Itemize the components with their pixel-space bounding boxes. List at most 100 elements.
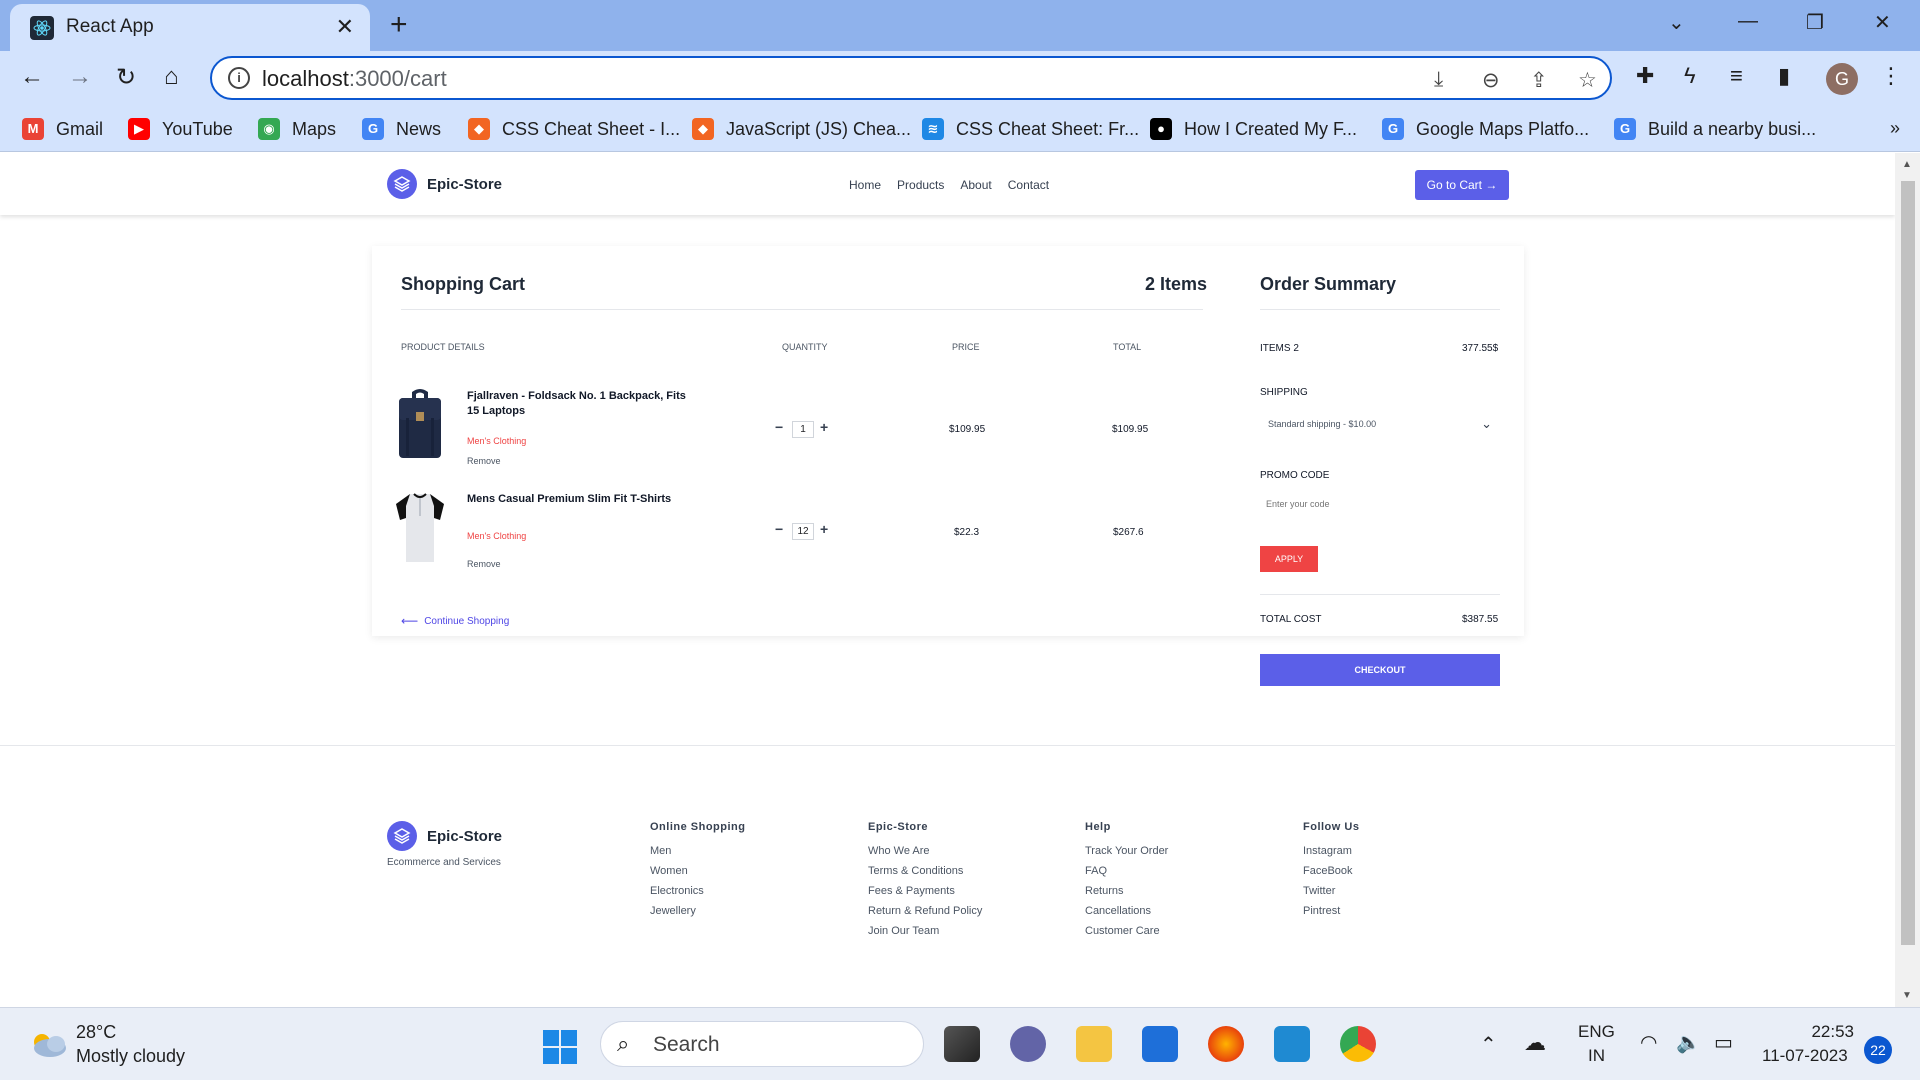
- bookmark-star-icon[interactable]: ☆: [1578, 68, 1597, 93]
- footer-link[interactable]: Return & Refund Policy: [868, 905, 982, 917]
- qty-increase-button[interactable]: +: [820, 521, 828, 537]
- bookmark-item[interactable]: G Google Maps Platfo...: [1382, 116, 1589, 142]
- scroll-down-icon[interactable]: ▼: [1902, 990, 1912, 1001]
- go-to-cart-button[interactable]: Go to Cart →: [1415, 170, 1509, 200]
- site-info-icon[interactable]: i: [228, 67, 250, 89]
- footer-brand[interactable]: Epic-Store: [387, 821, 502, 851]
- reading-list-icon[interactable]: ≡: [1730, 63, 1743, 89]
- language-indicator[interactable]: ENG: [1578, 1022, 1615, 1042]
- teams-chat-icon[interactable]: [1010, 1026, 1046, 1062]
- share-icon[interactable]: ⇪: [1530, 68, 1548, 93]
- cart-item-remove[interactable]: Remove: [467, 559, 501, 569]
- windows-start-icon[interactable]: [543, 1030, 577, 1064]
- cloud-weather-icon[interactable]: [28, 1030, 68, 1058]
- notification-badge[interactable]: 22: [1864, 1036, 1892, 1064]
- extensions-icon[interactable]: ✚: [1636, 63, 1654, 89]
- weather-description[interactable]: Mostly cloudy: [76, 1046, 185, 1067]
- footer-link[interactable]: Instagram: [1303, 845, 1359, 857]
- footer-link[interactable]: Women: [650, 865, 746, 877]
- tab-search-icon[interactable]: ⌄: [1668, 10, 1685, 35]
- footer-link[interactable]: Twitter: [1303, 885, 1359, 897]
- nav-products[interactable]: Products: [897, 178, 944, 192]
- browser-tab[interactable]: React App ✕: [10, 4, 370, 51]
- footer-link[interactable]: Pintrest: [1303, 905, 1359, 917]
- footer-link[interactable]: Who We Are: [868, 845, 982, 857]
- firefox-icon[interactable]: [1208, 1026, 1244, 1062]
- weather-temperature[interactable]: 28°C: [76, 1022, 116, 1043]
- nav-home[interactable]: Home: [849, 178, 881, 192]
- language-region[interactable]: IN: [1588, 1046, 1605, 1066]
- qty-input[interactable]: 12: [792, 523, 814, 540]
- page-scrollbar[interactable]: ▲ ▼: [1895, 153, 1920, 1007]
- footer-link[interactable]: Customer Care: [1085, 925, 1168, 937]
- taskbar-search[interactable]: ⌕ Search: [600, 1021, 924, 1067]
- chrome-icon[interactable]: [1340, 1026, 1376, 1062]
- footer-link[interactable]: Electronics: [650, 885, 746, 897]
- checkout-button[interactable]: CHECKOUT: [1260, 654, 1500, 686]
- wifi-icon[interactable]: ◠: [1640, 1030, 1657, 1055]
- apply-promo-button[interactable]: APPLY: [1260, 546, 1318, 572]
- onedrive-icon[interactable]: ☁: [1524, 1030, 1546, 1056]
- install-icon[interactable]: ⤓: [1434, 68, 1443, 92]
- footer-link[interactable]: Terms & Conditions: [868, 865, 982, 877]
- volume-icon[interactable]: 🔈: [1676, 1030, 1701, 1055]
- vscode-icon[interactable]: [1274, 1026, 1310, 1062]
- bookmark-item[interactable]: G News: [362, 116, 441, 142]
- site-brand[interactable]: Epic-Store: [387, 169, 502, 199]
- performance-icon[interactable]: ϟ: [1684, 63, 1696, 89]
- qty-decrease-button[interactable]: −: [775, 419, 783, 435]
- bookmark-item[interactable]: ▶ YouTube: [128, 116, 233, 142]
- cart-item-remove[interactable]: Remove: [467, 456, 501, 466]
- footer-link[interactable]: Cancellations: [1085, 905, 1168, 917]
- restore-icon[interactable]: ❐: [1806, 10, 1824, 35]
- reload-icon[interactable]: ↻: [116, 63, 136, 92]
- footer-link[interactable]: Track Your Order: [1085, 845, 1168, 857]
- new-tab-icon[interactable]: +: [390, 8, 408, 42]
- battery-icon[interactable]: ▭: [1714, 1030, 1733, 1055]
- qty-decrease-button[interactable]: −: [775, 521, 783, 537]
- bookmark-item[interactable]: ◆ JavaScript (JS) Chea...: [692, 116, 911, 142]
- forward-icon[interactable]: →: [68, 63, 92, 91]
- footer-link[interactable]: Fees & Payments: [868, 885, 982, 897]
- bookmark-item[interactable]: ≋ CSS Cheat Sheet: Fr...: [922, 116, 1139, 142]
- window-close-icon[interactable]: ✕: [1874, 10, 1891, 35]
- bookmark-item[interactable]: ◆ CSS Cheat Sheet - I...: [468, 116, 680, 142]
- nav-about[interactable]: About: [960, 178, 991, 192]
- shipping-select[interactable]: Standard shipping - $10.00 ⌄: [1260, 411, 1500, 441]
- tray-overflow-icon[interactable]: ⌃: [1480, 1032, 1497, 1057]
- qty-increase-button[interactable]: +: [820, 419, 828, 435]
- promo-code-input[interactable]: [1260, 490, 1500, 518]
- continue-shopping-link[interactable]: ⟵ Continue Shopping: [401, 614, 509, 628]
- cart-item-name[interactable]: Mens Casual Premium Slim Fit T-Shirts: [467, 492, 697, 507]
- footer-link[interactable]: Men: [650, 845, 746, 857]
- cart-item-name[interactable]: Fjallraven - Foldsack No. 1 Backpack, Fi…: [467, 389, 697, 419]
- tab-close-icon[interactable]: ✕: [336, 14, 354, 40]
- microsoft-store-icon[interactable]: [1142, 1026, 1178, 1062]
- address-bar[interactable]: i localhost:3000/cart ⤓ ⊖ ⇪ ☆: [210, 56, 1612, 100]
- footer-link[interactable]: Jewellery: [650, 905, 746, 917]
- side-panel-icon[interactable]: ▮: [1778, 63, 1790, 89]
- footer-link[interactable]: Join Our Team: [868, 925, 982, 937]
- bookmark-item[interactable]: ● How I Created My F...: [1150, 116, 1357, 142]
- taskbar-time[interactable]: 22:53: [1790, 1022, 1854, 1042]
- scroll-up-icon[interactable]: ▲: [1902, 159, 1912, 170]
- zoom-icon[interactable]: ⊖: [1482, 68, 1500, 93]
- bookmark-item[interactable]: ◉ Maps: [258, 116, 336, 142]
- bookmark-item[interactable]: M Gmail: [22, 116, 103, 142]
- profile-avatar[interactable]: G: [1826, 63, 1858, 95]
- bookmark-item[interactable]: G Build a nearby busi...: [1614, 116, 1816, 142]
- home-icon[interactable]: ⌂: [164, 63, 179, 91]
- footer-link[interactable]: FAQ: [1085, 865, 1168, 877]
- bookmarks-overflow-icon[interactable]: »: [1890, 118, 1900, 139]
- scrollbar-thumb[interactable]: [1901, 181, 1915, 945]
- footer-link[interactable]: Returns: [1085, 885, 1168, 897]
- taskbar-date[interactable]: 11-07-2023: [1762, 1046, 1848, 1066]
- task-view-icon[interactable]: [944, 1026, 980, 1062]
- file-explorer-icon[interactable]: [1076, 1026, 1112, 1062]
- qty-input[interactable]: 1: [792, 421, 814, 438]
- back-icon[interactable]: ←: [20, 63, 44, 91]
- minimize-icon[interactable]: —: [1738, 10, 1758, 33]
- footer-link[interactable]: FaceBook: [1303, 865, 1359, 877]
- nav-contact[interactable]: Contact: [1008, 178, 1049, 192]
- menu-kebab-icon[interactable]: ⋮: [1880, 63, 1902, 89]
